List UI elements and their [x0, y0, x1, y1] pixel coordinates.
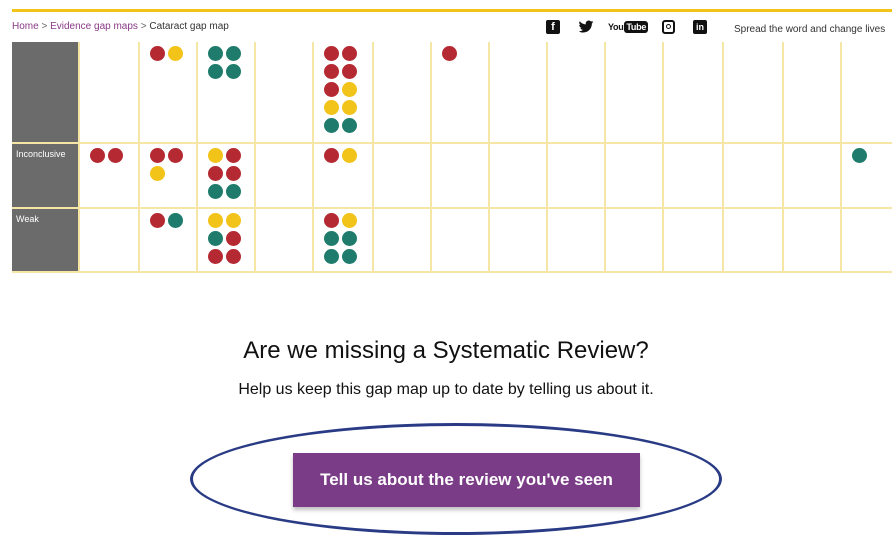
evidence-dot-yellow[interactable] [342, 100, 357, 115]
evidence-dot-teal[interactable] [208, 231, 223, 246]
header-accent-line [12, 9, 892, 12]
grid-column-divider [488, 42, 490, 273]
evidence-dot-yellow[interactable] [208, 213, 223, 228]
evidence-dot-teal[interactable] [226, 46, 241, 61]
youtube-tube-text: Tube [624, 21, 649, 33]
evidence-dot-teal[interactable] [342, 249, 357, 264]
evidence-dot-teal[interactable] [208, 184, 223, 199]
breadcrumb-separator: > [140, 21, 147, 32]
grid-column-divider [254, 42, 256, 273]
grid-column-divider [546, 42, 548, 273]
missing-review-heading: Are we missing a Systematic Review? [243, 337, 649, 364]
grid-row-divider [12, 271, 892, 273]
grid-column-divider [372, 42, 374, 273]
grid-column-divider [138, 42, 140, 273]
youtube-text: You [607, 22, 624, 32]
evidence-dot-yellow[interactable] [324, 100, 339, 115]
evidence-dot-red[interactable] [226, 249, 241, 264]
evidence-dot-red[interactable] [226, 231, 241, 246]
evidence-dot-red[interactable] [324, 148, 339, 163]
evidence-dot-red[interactable] [168, 148, 183, 163]
grid-row-divider [12, 142, 892, 144]
grid-column-divider [662, 42, 664, 273]
grid-column-divider [604, 42, 606, 273]
breadcrumb-current-page: Cataract gap map [149, 21, 229, 32]
youtube-icon[interactable]: You Tube [608, 20, 649, 34]
evidence-dot-red[interactable] [342, 46, 357, 61]
evidence-dot-teal[interactable] [342, 118, 357, 133]
facebook-glyph: f [551, 21, 555, 33]
facebook-icon[interactable]: f [546, 20, 560, 34]
spread-the-word-text: Spread the word and change lives [734, 24, 886, 35]
evidence-dot-teal[interactable] [168, 213, 183, 228]
submit-review-button[interactable]: Tell us about the review you've seen [293, 453, 640, 507]
evidence-dot-red[interactable] [108, 148, 123, 163]
evidence-dot-teal[interactable] [324, 118, 339, 133]
grid-column-divider [722, 42, 724, 273]
evidence-dot-red[interactable] [226, 148, 241, 163]
evidence-dot-teal[interactable] [342, 231, 357, 246]
instagram-icon[interactable] [662, 20, 675, 34]
grid-column-divider [782, 42, 784, 273]
grid-column-divider [840, 42, 842, 273]
linkedin-icon[interactable]: in [693, 20, 707, 34]
evidence-dot-teal[interactable] [208, 46, 223, 61]
evidence-dot-red[interactable] [208, 166, 223, 181]
evidence-dot-red[interactable] [324, 64, 339, 79]
missing-review-subtitle: Help us keep this gap map up to date by … [238, 381, 654, 398]
evidence-dot-teal[interactable] [226, 184, 241, 199]
evidence-dot-yellow[interactable] [342, 148, 357, 163]
evidence-dot-red[interactable] [324, 46, 339, 61]
grid-column-divider [430, 42, 432, 273]
grid-row-divider [12, 207, 892, 209]
evidence-dot-red[interactable] [90, 148, 105, 163]
evidence-dot-teal[interactable] [852, 148, 867, 163]
evidence-dot-yellow[interactable] [150, 166, 165, 181]
grid-column-divider [78, 42, 80, 273]
linkedin-glyph: in [696, 22, 704, 32]
social-links: f You Tube in [546, 20, 725, 34]
evidence-dot-yellow[interactable] [226, 213, 241, 228]
row-label-inconclusive: Inconclusive [12, 144, 78, 207]
evidence-dot-red[interactable] [150, 148, 165, 163]
evidence-dot-teal[interactable] [324, 249, 339, 264]
evidence-dot-red[interactable] [324, 82, 339, 97]
evidence-gap-map-grid: Inconclusive Weak [12, 42, 892, 273]
evidence-dot-yellow[interactable] [342, 213, 357, 228]
evidence-dot-red[interactable] [150, 213, 165, 228]
breadcrumb: Home > Evidence gap maps > Cataract gap … [12, 21, 229, 32]
row-label [12, 42, 78, 142]
grid-column-divider [196, 42, 198, 273]
evidence-dot-teal[interactable] [226, 64, 241, 79]
evidence-dot-teal[interactable] [208, 64, 223, 79]
evidence-dot-red[interactable] [442, 46, 457, 61]
twitter-icon[interactable] [578, 20, 594, 34]
evidence-dot-yellow[interactable] [208, 148, 223, 163]
breadcrumb-evidence-gap-maps-link[interactable]: Evidence gap maps [50, 21, 138, 32]
evidence-dot-red[interactable] [150, 46, 165, 61]
breadcrumb-home-link[interactable]: Home [12, 21, 39, 32]
row-label-weak: Weak [12, 209, 78, 273]
evidence-dot-red[interactable] [324, 213, 339, 228]
evidence-dot-teal[interactable] [324, 231, 339, 246]
breadcrumb-separator: > [41, 21, 48, 32]
evidence-dot-yellow[interactable] [168, 46, 183, 61]
grid-column-divider [312, 42, 314, 273]
evidence-dot-red[interactable] [226, 166, 241, 181]
evidence-dot-yellow[interactable] [342, 82, 357, 97]
evidence-dot-red[interactable] [208, 249, 223, 264]
evidence-dot-red[interactable] [342, 64, 357, 79]
